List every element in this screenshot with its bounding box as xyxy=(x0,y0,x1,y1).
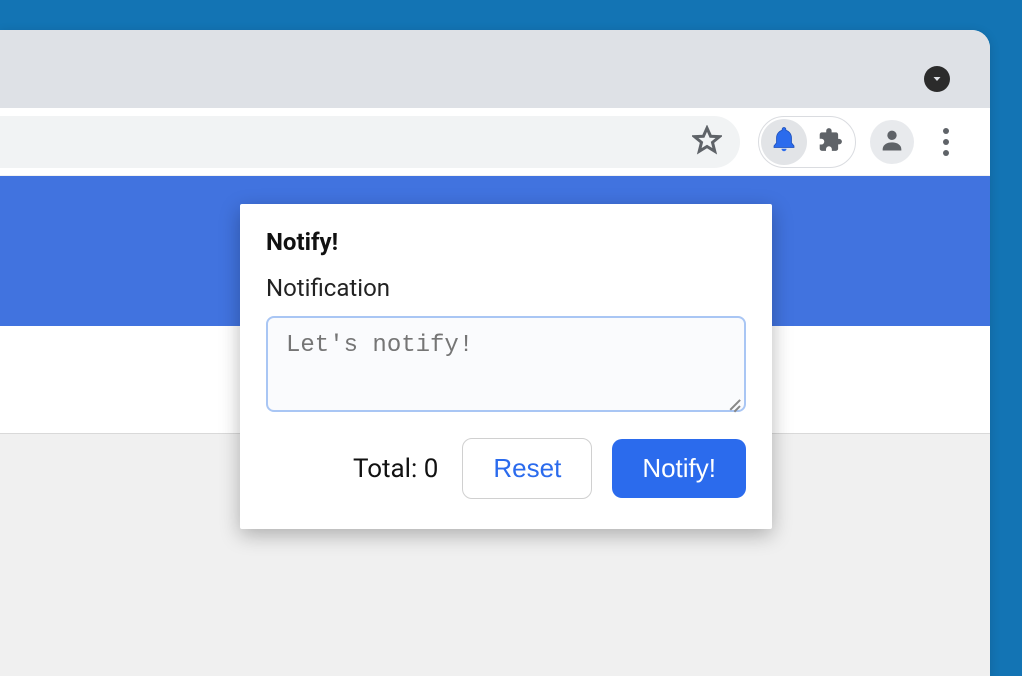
notify-extension-button[interactable] xyxy=(761,119,807,165)
extensions-group xyxy=(758,116,856,168)
browser-menu-button[interactable] xyxy=(928,124,964,160)
person-icon xyxy=(878,126,906,158)
popup-title: Notify! xyxy=(266,228,746,256)
notify-button[interactable]: Notify! xyxy=(612,439,746,498)
bell-icon xyxy=(769,125,799,159)
chevron-down-icon xyxy=(931,70,943,89)
menu-dot xyxy=(943,150,949,156)
extensions-menu-button[interactable] xyxy=(807,119,853,165)
notification-label: Notification xyxy=(266,274,746,302)
reset-button[interactable]: Reset xyxy=(462,438,592,499)
menu-dot xyxy=(943,128,949,134)
star-icon[interactable] xyxy=(692,125,722,159)
window-titlebar xyxy=(0,30,990,108)
menu-dot xyxy=(943,139,949,145)
profile-avatar-button[interactable] xyxy=(870,120,914,164)
omnibox[interactable] xyxy=(0,116,740,168)
notification-textarea[interactable] xyxy=(266,316,746,412)
browser-toolbar xyxy=(0,108,990,176)
extension-popup: Notify! Notification Total: 0 Reset Noti… xyxy=(240,204,772,529)
total-count: Total: 0 xyxy=(353,454,438,484)
window-dropdown-button[interactable] xyxy=(924,66,950,92)
puzzle-icon xyxy=(817,127,843,157)
popup-footer: Total: 0 Reset Notify! xyxy=(266,438,746,499)
browser-window: Notify! Notification Total: 0 Reset Noti… xyxy=(0,30,990,676)
